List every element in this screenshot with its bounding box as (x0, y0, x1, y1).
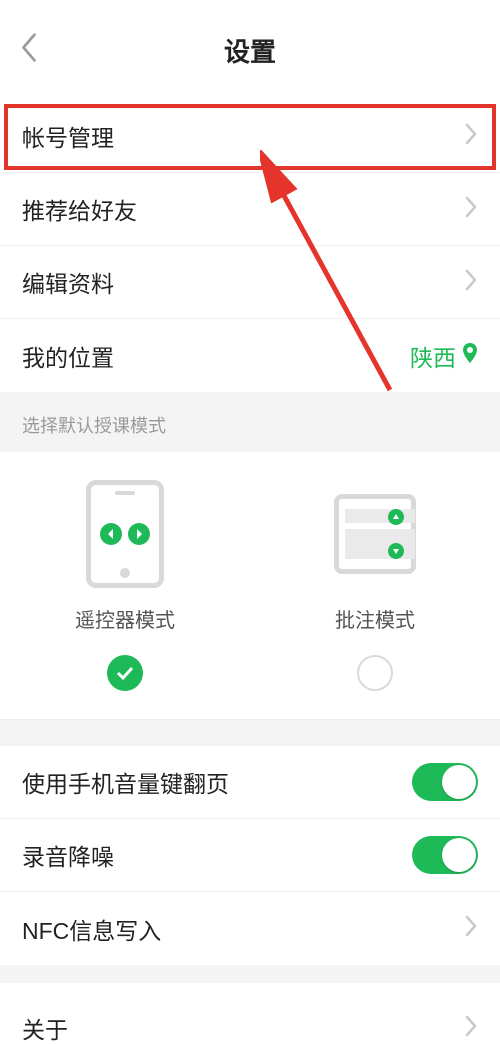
toggle-switch[interactable] (412, 836, 478, 874)
chevron-right-icon (464, 123, 478, 150)
location-value: 陕西 (410, 339, 456, 373)
row-label: 使用手机音量键翻页 (22, 765, 229, 799)
row-label: 编辑资料 (22, 265, 114, 299)
row-label: NFC信息写入 (22, 912, 161, 946)
row-label: 录音降噪 (22, 838, 114, 872)
chevron-right-icon (464, 915, 478, 942)
row-edit-profile[interactable]: 编辑资料 (0, 246, 500, 319)
mode-option-remote[interactable]: 遥控器模式 (25, 478, 225, 691)
annotate-mode-icon (334, 478, 416, 590)
row-nfc[interactable]: NFC信息写入 (0, 892, 500, 965)
row-label: 推荐给好友 (22, 192, 137, 226)
row-volume-flip[interactable]: 使用手机音量键翻页 (0, 746, 500, 819)
row-label: 帐号管理 (22, 119, 114, 153)
toggle-switch[interactable] (412, 763, 478, 801)
row-noise-reduction[interactable]: 录音降噪 (0, 819, 500, 892)
remote-mode-icon (84, 478, 166, 590)
row-account[interactable]: 帐号管理 (0, 100, 500, 173)
row-label: 关于 (22, 1011, 68, 1044)
back-button[interactable] (18, 31, 40, 70)
mode-label: 批注模式 (335, 604, 415, 633)
chevron-right-icon (464, 196, 478, 223)
mode-label: 遥控器模式 (75, 604, 175, 633)
row-recommend[interactable]: 推荐给好友 (0, 173, 500, 246)
chevron-right-icon (464, 269, 478, 296)
mode-option-annotate[interactable]: 批注模式 (275, 478, 475, 691)
section-header-mode: 选择默认授课模式 (0, 392, 500, 452)
location-pin-icon (462, 343, 478, 368)
radio-checked-icon (107, 655, 143, 691)
row-location[interactable]: 我的位置 陕西 (0, 319, 500, 392)
chevron-right-icon (464, 1015, 478, 1042)
radio-unchecked-icon (357, 655, 393, 691)
page-title: 设置 (224, 32, 276, 69)
row-about[interactable]: 关于 (0, 983, 500, 1044)
row-label: 我的位置 (22, 339, 114, 373)
